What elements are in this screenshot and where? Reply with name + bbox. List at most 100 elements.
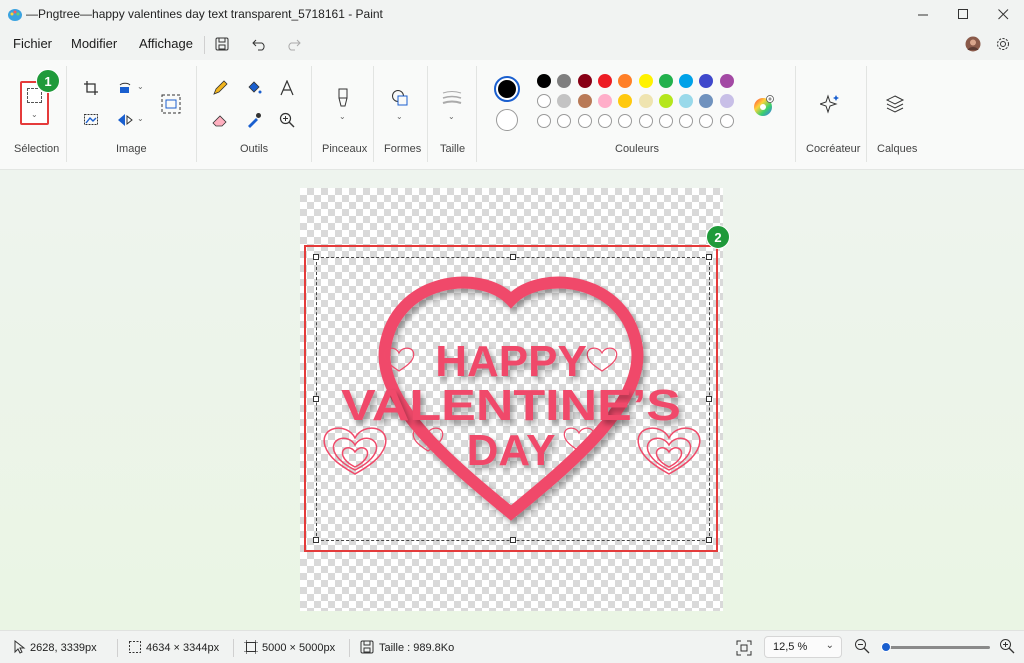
chevron-down-icon: ⌄ — [137, 82, 144, 91]
palette-swatch[interactable] — [658, 94, 673, 108]
zoom-slider-thumb[interactable] — [881, 642, 891, 652]
palette-swatch[interactable] — [618, 74, 633, 88]
size-button[interactable] — [439, 86, 465, 110]
eraser-icon — [212, 115, 227, 127]
group-label-taille: Taille — [440, 143, 466, 155]
menu-fichier[interactable]: Fichier — [13, 36, 52, 51]
avatar-icon — [965, 36, 981, 52]
selection-size: 4634 × 3344px — [146, 642, 220, 654]
fit-to-window-button[interactable] — [736, 640, 752, 656]
crop-button[interactable] — [78, 76, 104, 100]
palette-swatch[interactable] — [537, 94, 551, 108]
secondary-color[interactable] — [496, 109, 518, 131]
layers-icon — [885, 95, 905, 113]
custom-color-slot[interactable] — [597, 114, 612, 128]
palette-swatch[interactable] — [699, 74, 714, 88]
palette-swatch[interactable] — [577, 74, 592, 88]
resize-button[interactable] — [158, 92, 184, 116]
menu-divider — [204, 36, 205, 54]
resize-handle[interactable] — [510, 254, 516, 260]
text-button[interactable] — [274, 76, 300, 100]
menu-bar: Fichier Modifier Affichage — [0, 28, 1024, 60]
custom-color-slot[interactable] — [557, 114, 572, 128]
group-label-pinceaux: Pinceaux — [322, 143, 368, 155]
layers-button[interactable] — [882, 92, 908, 116]
custom-color-slot[interactable] — [699, 114, 714, 128]
custom-color-slot[interactable] — [638, 114, 653, 128]
resize-handle[interactable] — [313, 254, 319, 260]
palette-swatch[interactable] — [597, 74, 612, 88]
zoom-in-button[interactable] — [999, 638, 1015, 654]
zoom-icon — [279, 112, 295, 128]
close-button[interactable] — [980, 0, 1024, 28]
settings-button[interactable] — [993, 34, 1013, 54]
custom-color-slot[interactable] — [658, 114, 673, 128]
rotate-icon — [119, 82, 131, 93]
brush-icon — [338, 88, 348, 107]
status-bar: 2628, 3339px 4634 × 3344px 5000 × 5000px… — [0, 630, 1024, 663]
palette-swatch[interactable] — [638, 94, 653, 108]
ribbon-divider — [373, 66, 374, 162]
undo-button[interactable] — [250, 34, 270, 54]
eraser-button[interactable] — [207, 108, 233, 132]
edit-colors-button[interactable] — [753, 95, 775, 117]
palette-swatch[interactable] — [699, 94, 714, 108]
palette-swatch[interactable] — [577, 94, 592, 108]
annotation-badge-2: 2 — [706, 225, 730, 249]
zoom-in-icon — [1000, 639, 1015, 654]
color-wheel-icon — [754, 95, 774, 116]
menu-affichage[interactable]: Affichage — [139, 36, 193, 51]
custom-color-slot[interactable] — [679, 114, 694, 128]
palette-swatch[interactable] — [638, 74, 653, 88]
resize-handle[interactable] — [510, 537, 516, 543]
resize-handle[interactable] — [313, 537, 319, 543]
zoom-select[interactable]: 12,5 % ⌄ — [764, 636, 842, 658]
resize-handle[interactable] — [706, 254, 712, 260]
undo-icon — [252, 39, 265, 51]
custom-color-slot[interactable] — [719, 114, 734, 128]
color-picker-button[interactable] — [241, 108, 267, 132]
ribbon-divider — [427, 66, 428, 162]
pencil-button[interactable] — [207, 76, 233, 100]
resize-handle[interactable] — [706, 537, 712, 543]
flip-button[interactable] — [112, 108, 138, 132]
custom-color-slot[interactable] — [577, 114, 592, 128]
select-all-button[interactable] — [78, 108, 104, 132]
palette-swatch[interactable] — [719, 74, 734, 88]
account-avatar[interactable] — [963, 34, 983, 54]
selection-marquee[interactable] — [316, 257, 710, 541]
zoom-slider-track[interactable] — [884, 646, 990, 649]
palette-swatch[interactable] — [597, 94, 612, 108]
palette-swatch[interactable] — [658, 74, 673, 88]
palette-swatch[interactable] — [537, 74, 551, 88]
rotate-button[interactable] — [112, 76, 138, 100]
primary-color[interactable] — [494, 76, 520, 102]
shapes-button[interactable] — [387, 86, 413, 110]
group-label-outils: Outils — [240, 143, 269, 155]
window-title: —Pngtree—happy valentines day text trans… — [26, 7, 383, 21]
group-label-cocreateur: Cocréateur — [806, 143, 861, 155]
custom-color-slot[interactable] — [618, 114, 633, 128]
resize-handle[interactable] — [313, 396, 319, 402]
custom-color-slot[interactable] — [537, 114, 551, 128]
ribbon-divider — [476, 66, 477, 162]
fill-button[interactable] — [241, 76, 267, 100]
magnifier-button[interactable] — [274, 108, 300, 132]
cocreator-button[interactable] — [817, 92, 843, 116]
brushes-button[interactable] — [330, 86, 356, 110]
menu-modifier[interactable]: Modifier — [71, 36, 117, 51]
chevron-down-icon: ⌄ — [448, 112, 455, 121]
title-bar: —Pngtree—happy valentines day text trans… — [0, 0, 1024, 28]
palette-swatch[interactable] — [557, 74, 572, 88]
zoom-out-button[interactable] — [854, 638, 870, 654]
redo-button[interactable] — [283, 34, 303, 54]
palette-swatch[interactable] — [719, 94, 734, 108]
file-size: Taille : 989.8Ko — [379, 642, 455, 654]
palette-swatch[interactable] — [557, 94, 572, 108]
chevron-down-icon: ⌄ — [339, 112, 346, 121]
palette-swatch[interactable] — [679, 74, 694, 88]
palette-swatch[interactable] — [679, 94, 694, 108]
palette-swatch[interactable] — [618, 94, 633, 108]
save-button[interactable] — [212, 34, 232, 54]
resize-handle[interactable] — [706, 396, 712, 402]
